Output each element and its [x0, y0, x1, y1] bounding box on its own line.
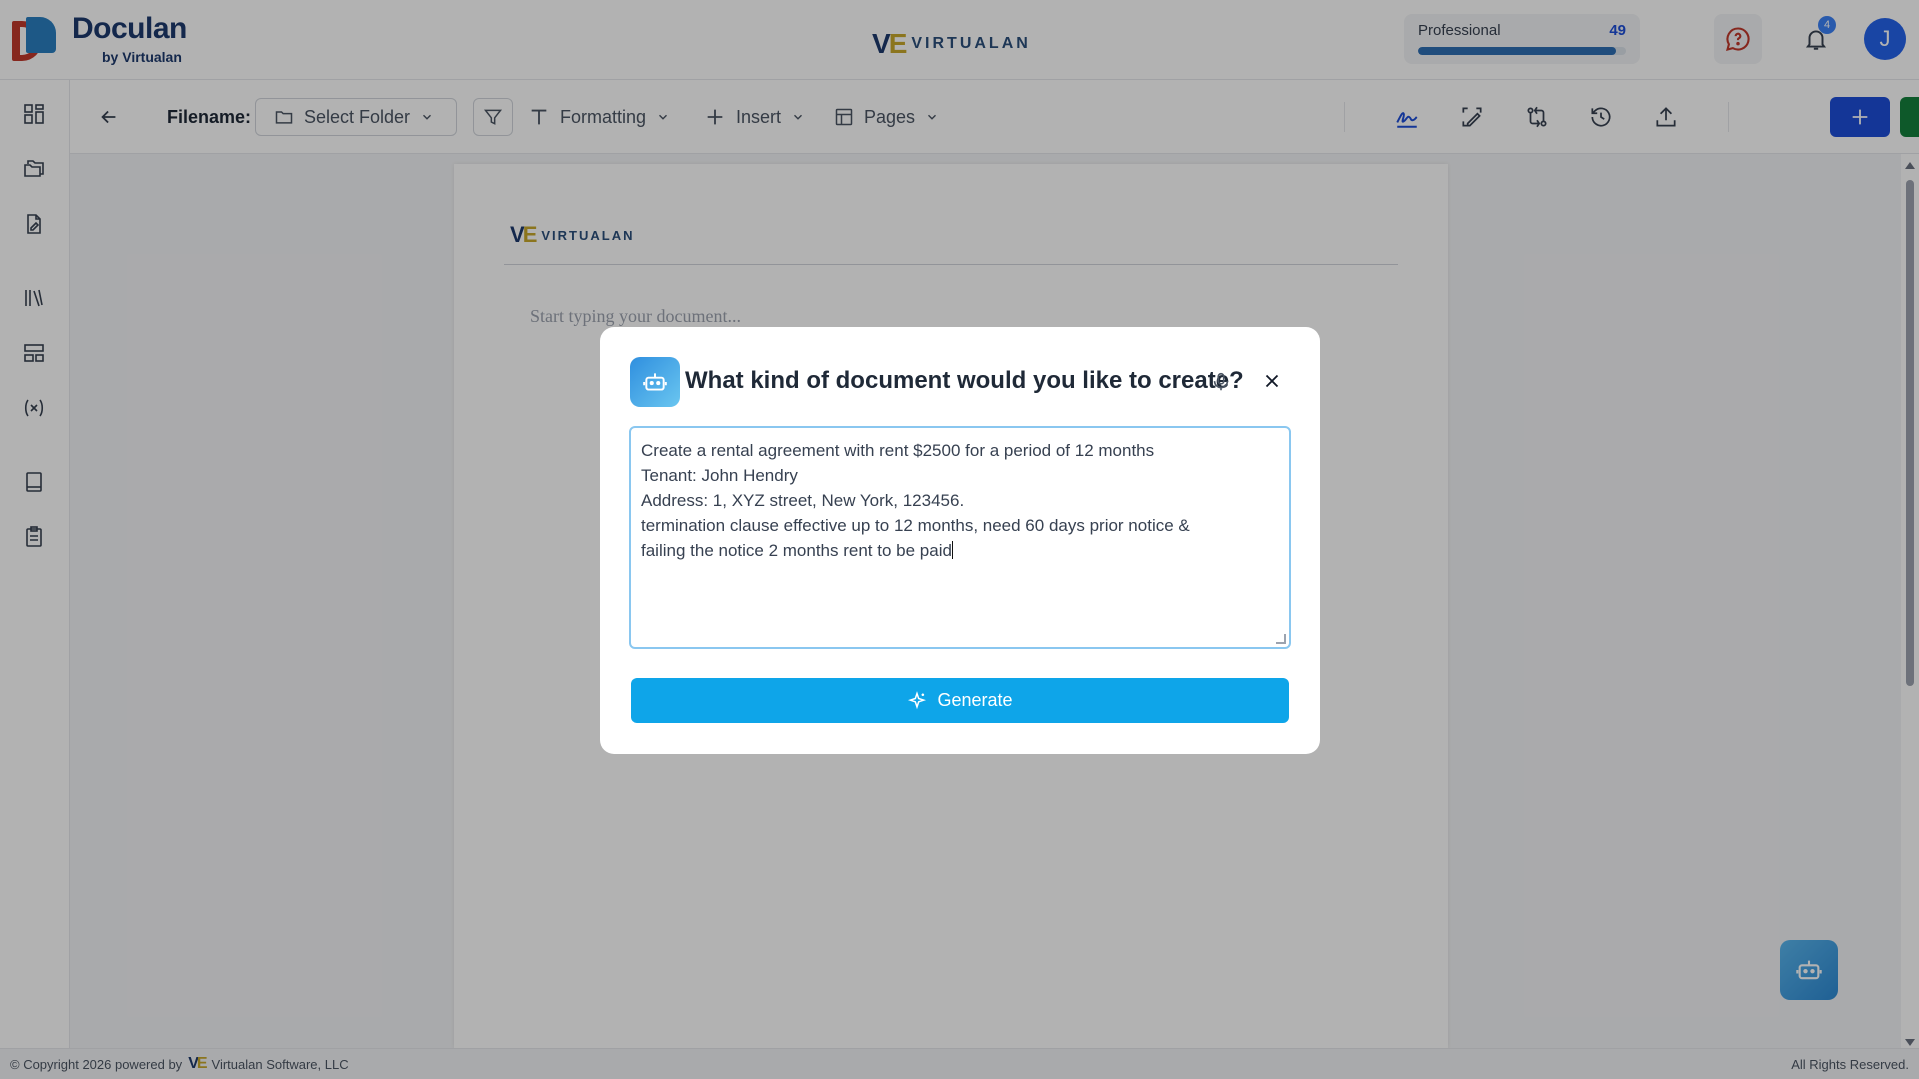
text-caret [951, 541, 953, 559]
prompt-text: Create a rental agreement with rent $250… [641, 441, 1190, 560]
robot-icon [643, 373, 667, 391]
close-button[interactable] [1258, 367, 1286, 395]
voice-input-button[interactable] [1208, 369, 1234, 395]
close-icon [1265, 374, 1279, 388]
document-prompt-textarea[interactable]: Create a rental agreement with rent $250… [629, 426, 1291, 649]
textarea-resize-handle[interactable] [1276, 634, 1286, 644]
dialog-robot-badge [630, 357, 680, 407]
generate-label: Generate [937, 690, 1013, 710]
dialog-title: What kind of document would you like to … [685, 367, 1244, 394]
generate-button[interactable]: Generate [631, 678, 1289, 723]
microphone-icon [1213, 372, 1229, 391]
create-document-dialog: What kind of document would you like to … [600, 327, 1320, 754]
sparkle-icon [908, 690, 927, 709]
